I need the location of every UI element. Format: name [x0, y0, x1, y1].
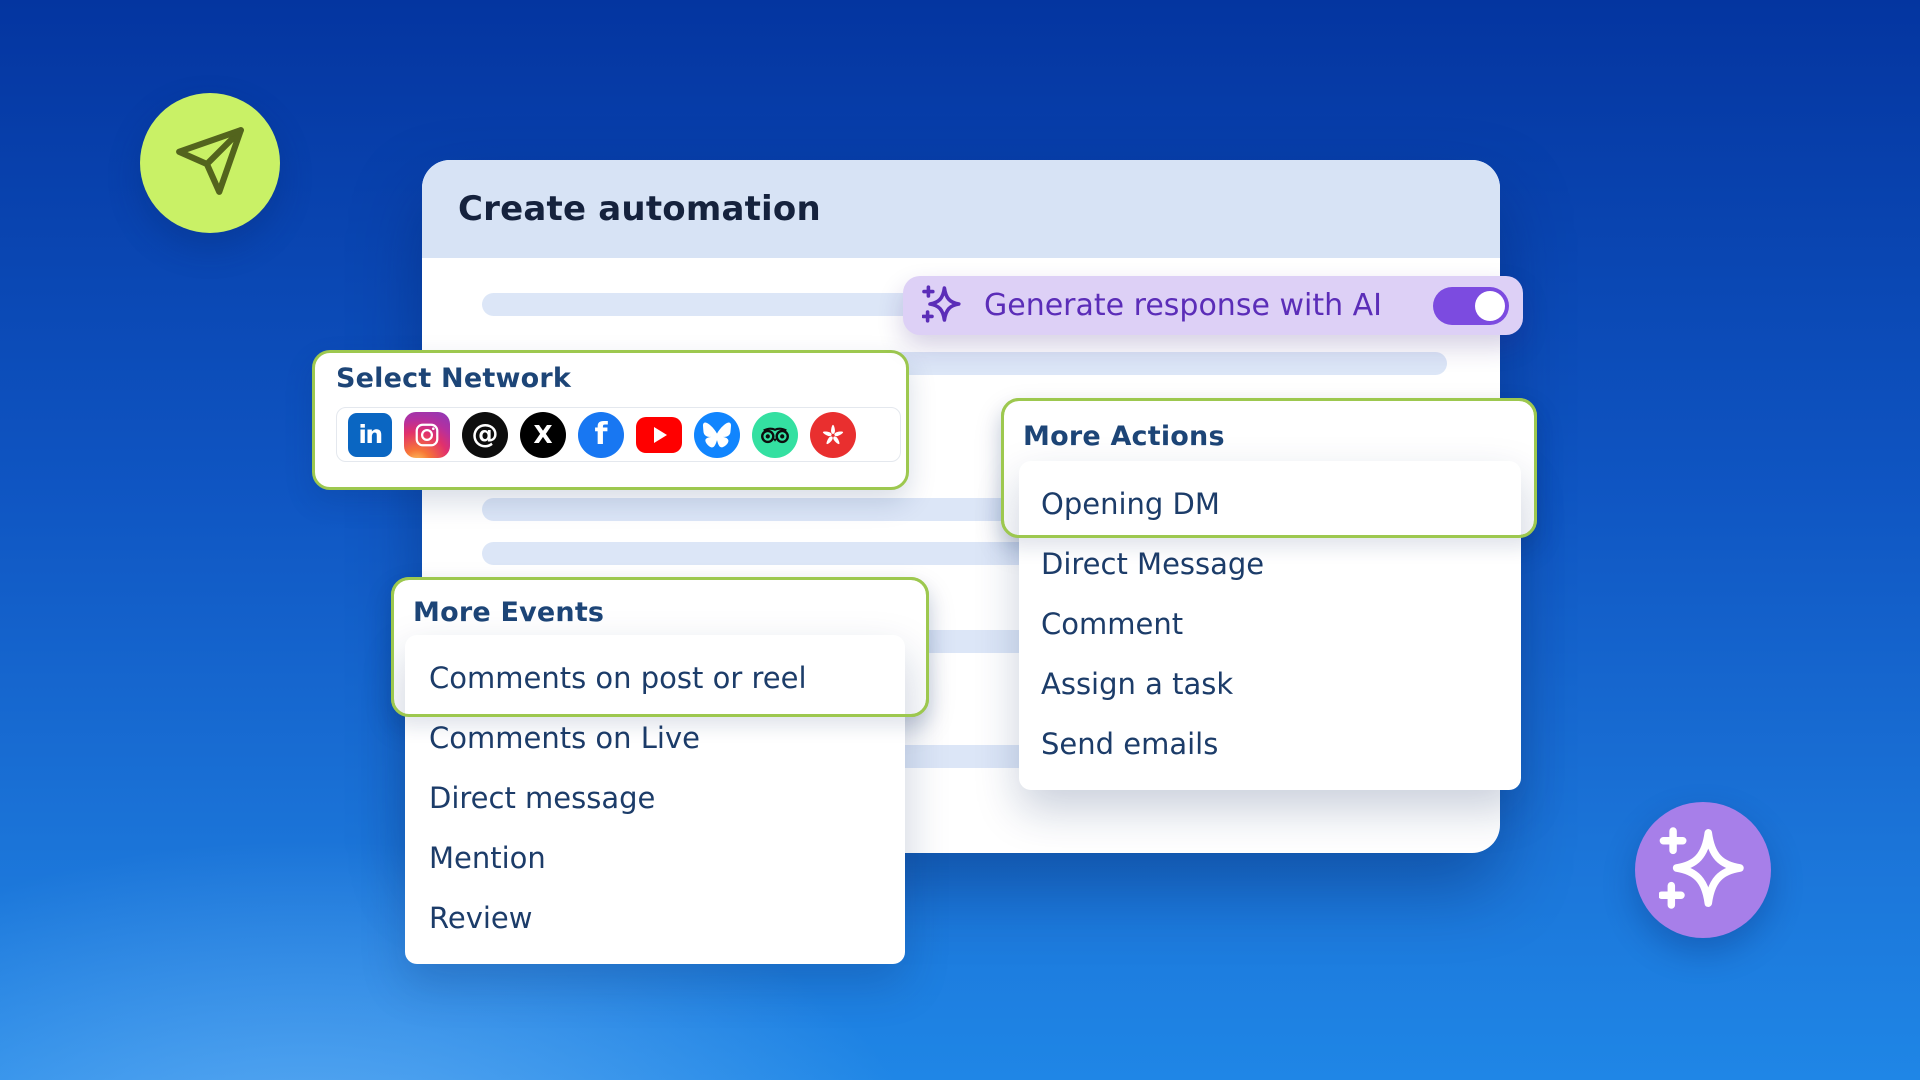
- generate-ai-pill[interactable]: Generate response with AI: [903, 276, 1523, 335]
- yelp-icon[interactable]: [810, 412, 856, 458]
- youtube-icon[interactable]: [636, 412, 682, 458]
- ai-sparkle-icon: [922, 284, 962, 328]
- more-events-label: More Events: [413, 597, 604, 629]
- x-icon[interactable]: X: [520, 412, 566, 458]
- facebook-icon[interactable]: f: [578, 412, 624, 458]
- menu-item-comment[interactable]: Comment: [1019, 594, 1521, 654]
- more-actions-dropdown: Opening DM Direct Message Comment Assign…: [1019, 461, 1521, 790]
- ai-pill-label: Generate response with AI: [984, 288, 1382, 323]
- more-actions-label: More Actions: [1023, 421, 1225, 453]
- menu-item-comments-post-reel[interactable]: Comments on post or reel: [405, 648, 905, 708]
- linkedin-icon[interactable]: in: [348, 413, 392, 457]
- card-header: Create automation: [422, 160, 1500, 258]
- menu-item-assign-a-task[interactable]: Assign a task: [1019, 654, 1521, 714]
- threads-icon[interactable]: @: [462, 412, 508, 458]
- send-icon: [173, 124, 247, 202]
- menu-item-direct-message[interactable]: Direct Message: [1019, 534, 1521, 594]
- menu-item-direct-message[interactable]: Direct message: [405, 768, 905, 828]
- page-title: Create automation: [458, 189, 821, 229]
- menu-item-mention[interactable]: Mention: [405, 828, 905, 888]
- menu-item-comments-live[interactable]: Comments on Live: [405, 708, 905, 768]
- menu-item-review[interactable]: Review: [405, 888, 905, 948]
- more-events-dropdown: Comments on post or reel Comments on Liv…: [405, 635, 905, 964]
- select-network-label: Select Network: [336, 364, 571, 394]
- instagram-icon[interactable]: [404, 412, 450, 458]
- network-icon-strip: in @ X f: [336, 407, 901, 462]
- send-badge: [140, 93, 280, 233]
- bluesky-icon[interactable]: [694, 412, 740, 458]
- menu-item-send-emails[interactable]: Send emails: [1019, 714, 1521, 774]
- sparkle-badge: [1635, 802, 1771, 938]
- tripadvisor-icon[interactable]: [752, 412, 798, 458]
- ai-toggle[interactable]: [1433, 287, 1509, 325]
- menu-item-opening-dm[interactable]: Opening DM: [1019, 474, 1521, 534]
- sparkle-icon: [1659, 824, 1747, 916]
- ai-toggle-knob: [1475, 291, 1505, 321]
